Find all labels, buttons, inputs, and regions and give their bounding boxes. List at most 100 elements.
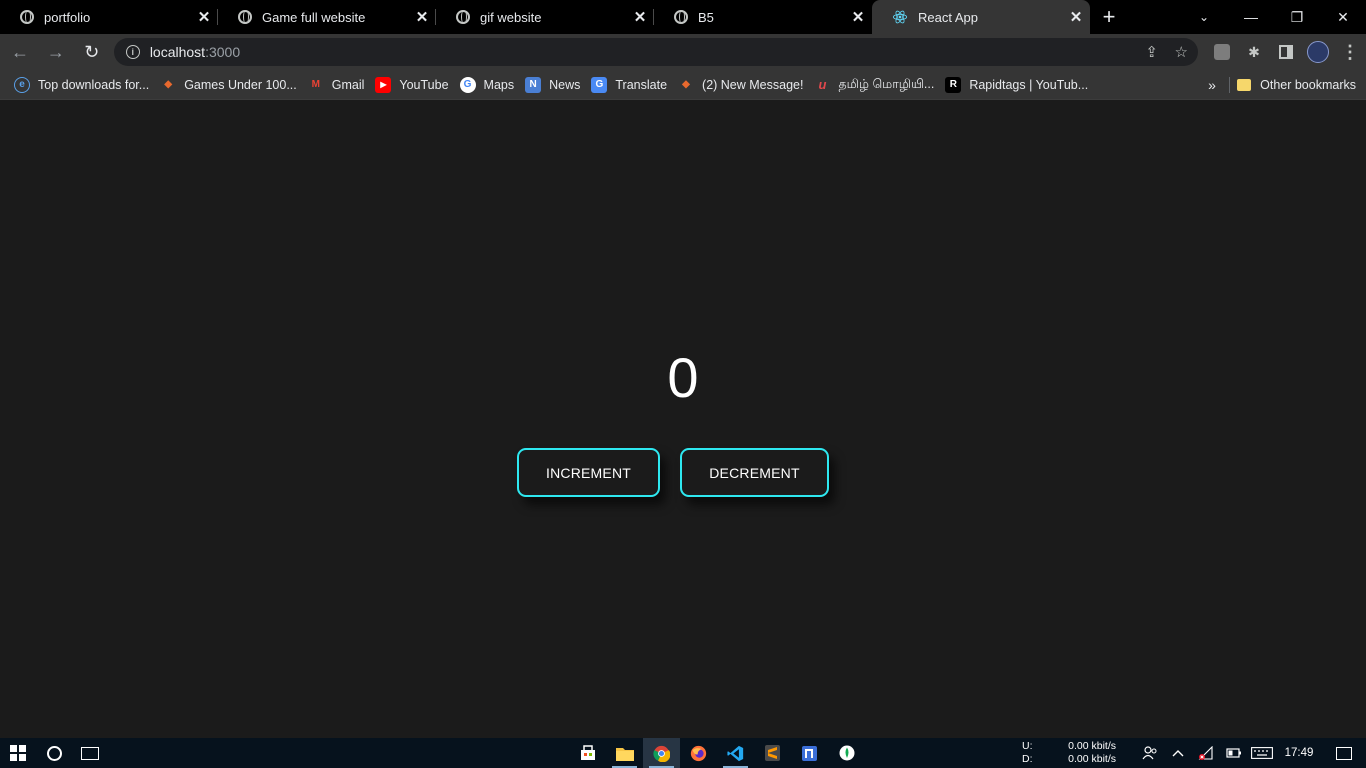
windows-taskbar: U: 0.00 kbit/s D: 0.00 kbit/s 17:49 — [0, 738, 1366, 768]
address-bar[interactable]: i localhost :3000 ⇪ ☆ — [113, 38, 1198, 66]
tab-close-icon[interactable]: ✕ — [846, 5, 870, 29]
globe-icon — [456, 10, 470, 24]
minimize-button[interactable]: — — [1228, 0, 1274, 34]
bookmark-item[interactable]: N News — [523, 73, 589, 97]
store-icon[interactable] — [569, 738, 606, 768]
url-port: :3000 — [205, 44, 241, 60]
network-speed-monitor: U: 0.00 kbit/s D: 0.00 kbit/s — [1022, 740, 1116, 766]
bookmark-label: (2) New Message! — [702, 77, 804, 92]
close-window-button[interactable]: ✕ — [1320, 0, 1366, 34]
firefox-icon[interactable] — [680, 738, 717, 768]
bookmark-item[interactable]: G Translate — [589, 73, 676, 97]
chrome-menu-icon[interactable]: ⋮ — [1334, 36, 1366, 68]
tab-close-icon[interactable]: ✕ — [410, 5, 434, 29]
people-icon[interactable] — [1136, 738, 1164, 768]
bookmark-label: Gmail — [331, 77, 365, 92]
bookmark-item[interactable]: R Rapidtags | YouTub... — [943, 73, 1097, 97]
sublime-text-icon[interactable] — [754, 738, 791, 768]
vscode-icon[interactable] — [717, 738, 754, 768]
youtube-icon: ▶ — [375, 76, 392, 93]
back-button[interactable]: ← — [4, 36, 36, 68]
tab-close-icon[interactable]: ✕ — [628, 5, 652, 29]
tab-title: B5 — [698, 9, 714, 25]
bookmark-label: Top downloads for... — [38, 77, 150, 92]
forward-button[interactable]: → — [40, 36, 72, 68]
bookmark-star-icon[interactable]: ☆ — [1175, 43, 1188, 61]
tab-title: gif website — [480, 9, 542, 25]
new-tab-button[interactable]: + — [1090, 0, 1128, 34]
news-icon: N — [525, 76, 542, 93]
site-info-icon[interactable]: i — [125, 45, 140, 59]
toolbar-icons: ✱ ⋮ — [1206, 36, 1366, 68]
network-disconnected-icon[interactable] — [1192, 738, 1220, 768]
bookmark-label: News — [549, 77, 581, 92]
restore-button[interactable]: ❐ — [1274, 0, 1320, 34]
bookmarks-separator — [1229, 77, 1230, 93]
show-hidden-icons-chevron-icon[interactable] — [1164, 738, 1192, 768]
bookmarks-overflow-button[interactable]: » — [1200, 73, 1224, 97]
other-bookmarks-folder[interactable]: Other bookmarks — [1237, 73, 1356, 97]
notion-icon[interactable] — [791, 738, 828, 768]
bookmark-item[interactable]: G Maps — [458, 73, 524, 97]
tamil-icon: u — [818, 77, 827, 92]
tab-game-full-website[interactable]: Game full website ✕ — [218, 0, 436, 34]
download-speed: 0.00 kbit/s — [1068, 753, 1116, 765]
tab-search-chevron-icon[interactable]: ⌄ — [1186, 0, 1222, 34]
url-host: localhost — [149, 44, 206, 60]
message-icon: ◆ — [682, 79, 690, 90]
extension-icon[interactable] — [1206, 36, 1238, 68]
bookmark-item[interactable]: M Gmail — [306, 73, 374, 97]
mongodb-compass-icon[interactable] — [828, 738, 865, 768]
keyboard-icon[interactable] — [1248, 738, 1276, 768]
tab-b5[interactable]: B5 ✕ — [654, 0, 872, 34]
reload-button[interactable]: ↻ — [76, 36, 108, 68]
chrome-icon[interactable] — [643, 738, 680, 768]
side-panel-icon[interactable] — [1270, 36, 1302, 68]
bookmark-label: Games Under 100... — [184, 77, 297, 92]
bookmark-item[interactable]: u தமிழ் மொழியி... — [812, 73, 943, 97]
file-explorer-icon[interactable] — [606, 738, 643, 768]
notifications-icon[interactable] — [1322, 738, 1366, 768]
bookmark-item[interactable]: ◆ (2) New Message! — [676, 73, 812, 97]
system-tray: U: 0.00 kbit/s D: 0.00 kbit/s 17:49 — [1022, 738, 1366, 768]
tab-title: Game full website — [262, 9, 366, 25]
share-icon[interactable]: ⇪ — [1145, 43, 1158, 61]
upload-label: U: — [1022, 740, 1033, 752]
globe-icon — [238, 10, 252, 24]
upload-speed: 0.00 kbit/s — [1068, 740, 1116, 752]
ie-icon: e — [14, 76, 30, 93]
decrement-button[interactable]: DECREMENT — [680, 448, 829, 497]
start-button[interactable] — [0, 738, 36, 768]
increment-button[interactable]: INCREMENT — [517, 448, 660, 497]
battery-icon[interactable] — [1220, 738, 1248, 768]
bookmark-item[interactable]: ◆ Games Under 100... — [158, 73, 306, 97]
browser-toolbar: ← → ↻ i localhost :3000 ⇪ ☆ ✱ ⋮ — [0, 34, 1366, 70]
page-content: 0 INCREMENT DECREMENT — [0, 101, 1366, 738]
tab-title: React App — [918, 9, 978, 25]
tab-react-app[interactable]: React App ✕ — [872, 0, 1090, 34]
tab-close-icon[interactable]: ✕ — [1064, 5, 1088, 29]
tab-strip: portfolio ✕ Game full website ✕ gif webs… — [0, 0, 1366, 34]
tab-gif-website[interactable]: gif website ✕ — [436, 0, 654, 34]
bookmark-label: Rapidtags | YouTub... — [969, 77, 1089, 92]
system-clock[interactable]: 17:49 — [1276, 747, 1322, 759]
globe-icon — [20, 10, 34, 24]
bookmark-label: தமிழ் மொழியி... — [838, 76, 935, 91]
tab-portfolio[interactable]: portfolio ✕ — [0, 0, 218, 34]
rapidtags-icon: R — [945, 76, 962, 93]
google-icon: G — [459, 76, 476, 93]
download-label: D: — [1022, 753, 1033, 765]
counter-buttons: INCREMENT DECREMENT — [517, 448, 829, 497]
profile-avatar[interactable] — [1302, 36, 1334, 68]
window-controls: — ❐ ✕ — [1228, 0, 1366, 34]
cortana-search-icon[interactable] — [36, 738, 72, 768]
tab-close-icon[interactable]: ✕ — [192, 5, 216, 29]
extensions-puzzle-icon[interactable]: ✱ — [1238, 36, 1270, 68]
firefox-icon: ◆ — [164, 79, 173, 90]
windows-logo-icon — [10, 745, 26, 761]
task-view-icon[interactable] — [72, 738, 108, 768]
bookmark-item[interactable]: ▶ YouTube — [373, 73, 457, 97]
bookmark-item[interactable]: e Top downloads for... — [12, 73, 158, 97]
bookmark-label: Translate — [615, 77, 668, 92]
tab-title: portfolio — [44, 9, 91, 25]
